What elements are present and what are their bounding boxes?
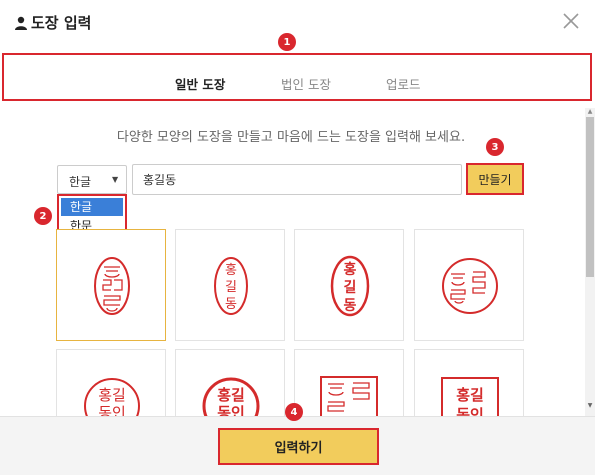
annotation-badge-2: 2 bbox=[34, 207, 52, 225]
stamp-char: 홍 bbox=[344, 261, 357, 278]
stamp-char: 홍길 bbox=[217, 386, 245, 404]
script-select[interactable]: 한글 ▼ bbox=[57, 165, 127, 194]
tab-general-stamp[interactable]: 일반 도장 bbox=[175, 74, 225, 93]
user-icon bbox=[15, 16, 27, 30]
stamp-square-sealscript bbox=[320, 376, 378, 417]
caret-down-icon: ▼ bbox=[112, 175, 119, 184]
stamp-char: 길 bbox=[225, 280, 237, 295]
stamp-char: 동 bbox=[225, 297, 237, 312]
option-hangul[interactable]: 한글 bbox=[61, 198, 123, 216]
stamp-oval-vertical: 홍 길 동 bbox=[214, 257, 248, 315]
stamp-option-8[interactable]: 홍길 동인 bbox=[414, 349, 524, 417]
dialog-title: 도장 입력 bbox=[14, 12, 91, 33]
stamp-char: 동 bbox=[344, 298, 357, 314]
stamp-square: 홍길 동인 bbox=[441, 377, 499, 417]
stamp-oval-sealscript bbox=[94, 257, 130, 315]
stamp-option-5[interactable]: 홍길 동인 bbox=[56, 349, 166, 417]
stamp-oval-vertical-bold: 홍 길 동 bbox=[330, 255, 370, 317]
scrollbar-thumb[interactable] bbox=[586, 117, 594, 277]
stamp-option-2[interactable]: 홍 길 동 bbox=[175, 229, 285, 341]
name-input[interactable] bbox=[132, 164, 462, 195]
stamp-circle-sealscript bbox=[442, 258, 498, 314]
scroll-up-icon[interactable]: ▲ bbox=[585, 108, 595, 116]
annotation-badge-3: 3 bbox=[486, 138, 504, 156]
stamp-circle: 홍길 동인 bbox=[84, 378, 140, 417]
stamp-option-7[interactable] bbox=[294, 349, 404, 417]
close-icon[interactable] bbox=[558, 8, 584, 34]
stamp-option-3[interactable]: 홍 길 동 bbox=[294, 229, 404, 341]
stamp-circle-bold: 홍길 동인 bbox=[202, 377, 260, 417]
stamp-char: 홍길 bbox=[456, 386, 484, 404]
tab-corporate-stamp[interactable]: 법인 도장 bbox=[281, 74, 331, 93]
stamp-char: 길 bbox=[344, 280, 357, 296]
stamp-char: 홍 bbox=[225, 263, 237, 278]
annotation-badge-4: 4 bbox=[285, 403, 303, 421]
submit-button[interactable]: 입력하기 bbox=[218, 428, 379, 465]
make-button[interactable]: 만들기 bbox=[466, 163, 524, 195]
annotation-badge-1: 1 bbox=[278, 33, 296, 51]
script-select-value: 한글 bbox=[69, 175, 92, 189]
stamp-option-1[interactable] bbox=[56, 229, 166, 341]
scroll-down-icon[interactable]: ▼ bbox=[585, 402, 595, 410]
stamp-option-4[interactable] bbox=[414, 229, 524, 341]
tab-upload[interactable]: 업로드 bbox=[386, 74, 421, 93]
dialog-title-text: 도장 입력 bbox=[31, 14, 92, 32]
stamp-option-6[interactable]: 홍길 동인 bbox=[175, 349, 285, 417]
stamp-char: 홍길 bbox=[98, 386, 126, 404]
